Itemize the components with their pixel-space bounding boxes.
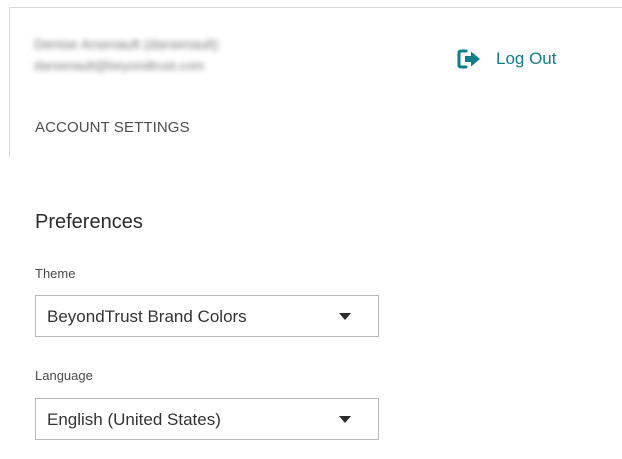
user-email: darsenault@beyondtrust.com <box>34 58 205 73</box>
caret-down-icon <box>339 313 351 320</box>
panel-left-divider <box>9 7 10 157</box>
logout-button[interactable]: Log Out <box>457 47 557 71</box>
language-label: Language <box>35 368 93 383</box>
sign-out-icon <box>457 49 481 69</box>
panel-top-divider <box>10 7 622 8</box>
account-panel: Denise Arsenault (darsenault) darsenault… <box>0 0 622 459</box>
account-settings-link[interactable]: ACCOUNT SETTINGS <box>35 119 190 136</box>
user-name: Denise Arsenault (darsenault) <box>34 36 219 52</box>
logout-label: Log Out <box>496 49 557 68</box>
language-select-value: English (United States) <box>47 410 221 429</box>
user-info: Denise Arsenault (darsenault) darsenault… <box>34 36 314 82</box>
theme-select-value: BeyondTrust Brand Colors <box>47 307 247 326</box>
preferences-heading: Preferences <box>35 211 143 233</box>
language-select[interactable]: English (United States) <box>35 398 379 440</box>
theme-label: Theme <box>35 266 76 281</box>
caret-down-icon <box>339 416 351 423</box>
theme-select[interactable]: BeyondTrust Brand Colors <box>35 295 379 337</box>
